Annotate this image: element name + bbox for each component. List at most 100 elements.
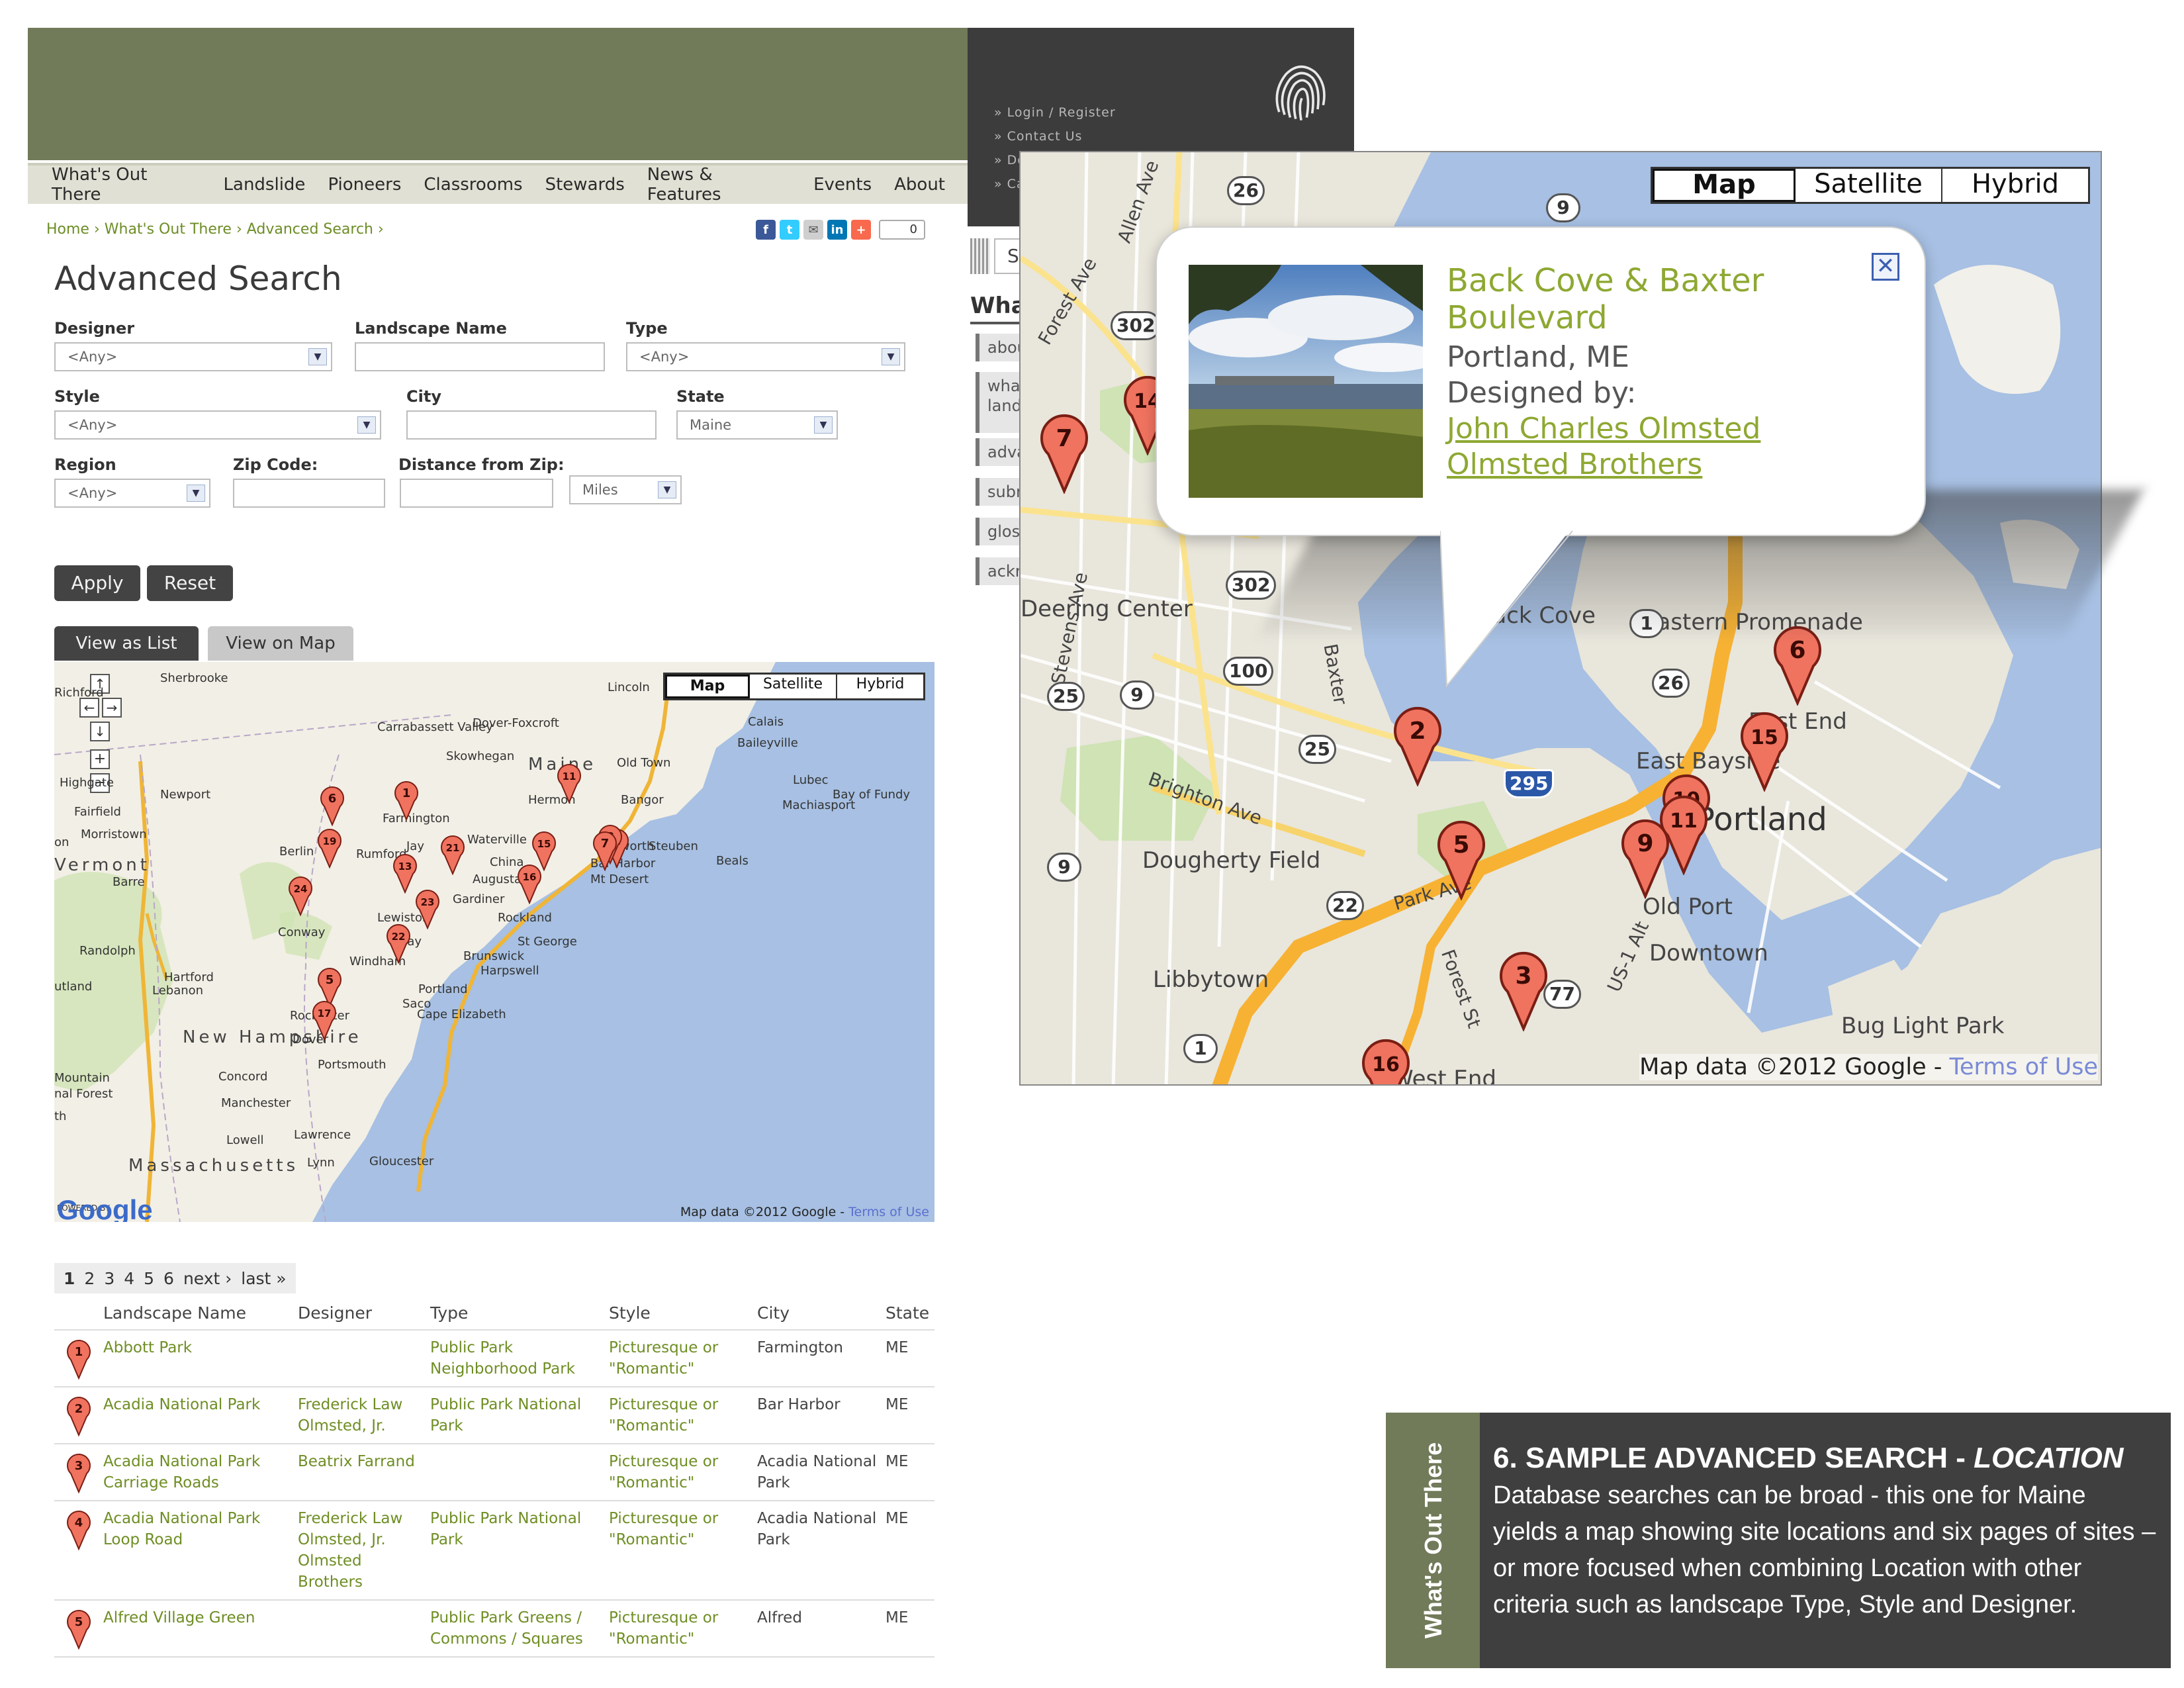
pan-right-icon[interactable]: → bbox=[102, 698, 122, 718]
page-6-link[interactable]: 6 bbox=[163, 1269, 174, 1288]
style-link[interactable]: Picturesque or "Romantic" bbox=[609, 1501, 757, 1599]
landscape-name-link[interactable]: Acadia National Park Carriage Roads bbox=[103, 1444, 298, 1500]
linkedin-icon[interactable]: in bbox=[827, 220, 847, 240]
column-header-state[interactable]: State bbox=[886, 1296, 932, 1331]
map-type-satellite-button[interactable]: Satellite bbox=[1796, 169, 1942, 202]
map-type-map-button[interactable]: Map bbox=[1653, 169, 1796, 202]
overview-map[interactable]: Map Satellite Hybrid ↑ ← → ↓ + − Sherbro… bbox=[54, 662, 934, 1222]
column-header-city[interactable]: City bbox=[757, 1296, 886, 1331]
style-select[interactable]: <Any> ▼ bbox=[54, 410, 381, 440]
city-input[interactable] bbox=[406, 410, 657, 440]
last-page-link[interactable]: last » bbox=[241, 1269, 286, 1288]
map-marker-pin-icon[interactable]: 17 bbox=[311, 998, 338, 1044]
tab-view-on-map[interactable]: View on Map bbox=[208, 626, 353, 661]
type-link[interactable]: Public Park Neighborhood Park bbox=[430, 1331, 609, 1386]
map-marker-pin-icon[interactable]: 15 bbox=[1738, 707, 1791, 795]
type-link[interactable]: Public Park Greens / Commons / Squares bbox=[430, 1601, 609, 1656]
map-marker-pin-icon[interactable]: 3 bbox=[1497, 947, 1550, 1035]
overview-map-type-control[interactable]: Map Satellite Hybrid bbox=[663, 673, 925, 700]
facebook-icon[interactable]: f bbox=[756, 220, 776, 240]
terms-of-use-link[interactable]: Terms of Use bbox=[848, 1205, 929, 1219]
fingerprint-logo-icon[interactable] bbox=[1265, 57, 1334, 126]
info-window-title[interactable]: Back Cove & Baxter Boulevard bbox=[1447, 262, 1817, 336]
table-row[interactable]: 3 Acadia National Park Carriage Roads Beat… bbox=[54, 1444, 934, 1501]
designer-link[interactable]: Frederick Law Olmsted, Jr. Olmsted Broth… bbox=[298, 1501, 430, 1599]
map-marker-pin-icon[interactable]: 24 bbox=[287, 874, 314, 919]
map-marker-pin-icon[interactable]: 16 bbox=[516, 862, 543, 908]
map-marker-pin-icon[interactable]: 7 bbox=[592, 829, 618, 874]
region-select[interactable]: <Any> ▼ bbox=[54, 479, 210, 508]
landscape-photo[interactable] bbox=[1189, 265, 1423, 498]
nav-pioneers[interactable]: Pioneers bbox=[328, 175, 401, 195]
style-link[interactable]: Picturesque or "Romantic" bbox=[609, 1331, 757, 1386]
map-marker-pin-icon[interactable]: 21 bbox=[439, 833, 466, 878]
column-header-style[interactable]: Style bbox=[609, 1296, 757, 1331]
map-type-satellite-button[interactable]: Satellite bbox=[750, 675, 837, 698]
landscape-name-link[interactable]: Acadia National Park Loop Road bbox=[103, 1501, 298, 1599]
type-link[interactable]: Public Park National Park bbox=[430, 1387, 609, 1443]
table-row[interactable]: 2 Acadia National Park Frederick Law Olmst… bbox=[54, 1387, 934, 1444]
nav-landslide[interactable]: Landslide bbox=[224, 175, 306, 195]
nav-about[interactable]: About bbox=[894, 175, 945, 195]
designer-link[interactable] bbox=[298, 1601, 430, 1656]
style-link[interactable]: Picturesque or "Romantic" bbox=[609, 1601, 757, 1656]
map-type-hybrid-button[interactable]: Hybrid bbox=[837, 675, 923, 698]
state-select[interactable]: Maine ▼ bbox=[676, 410, 838, 440]
page-4-link[interactable]: 4 bbox=[124, 1269, 134, 1288]
nav-stewards[interactable]: Stewards bbox=[545, 175, 625, 195]
map-marker-pin-icon[interactable]: 19 bbox=[316, 826, 343, 872]
page-3-link[interactable]: 3 bbox=[104, 1269, 114, 1288]
designer-link-olmsted-brothers[interactable]: Olmsted Brothers bbox=[1447, 447, 1702, 481]
type-link[interactable] bbox=[430, 1444, 609, 1500]
google-logo[interactable]: Google bbox=[57, 1194, 153, 1222]
nav-whats-out-there[interactable]: What's Out There bbox=[52, 165, 201, 205]
style-link[interactable]: Picturesque or "Romantic" bbox=[609, 1444, 757, 1500]
landscape-name-link[interactable]: Abbott Park bbox=[103, 1331, 298, 1386]
nav-classrooms[interactable]: Classrooms bbox=[424, 175, 522, 195]
landscape-name-input[interactable] bbox=[355, 342, 605, 371]
type-select[interactable]: <Any> ▼ bbox=[626, 342, 905, 371]
apply-button[interactable]: Apply bbox=[54, 565, 140, 601]
map-marker-pin-icon[interactable]: 2 bbox=[1391, 702, 1444, 790]
pan-down-icon[interactable]: ↓ bbox=[90, 722, 110, 741]
map-type-map-button[interactable]: Map bbox=[665, 675, 750, 698]
map-marker-pin-icon[interactable]: 11 bbox=[1657, 790, 1710, 878]
map-marker-pin-icon[interactable]: 5 bbox=[1435, 816, 1488, 904]
designer-link-john-charles-olmsted[interactable]: John Charles Olmsted bbox=[1447, 412, 1760, 445]
distance-input[interactable] bbox=[400, 479, 553, 508]
pan-left-icon[interactable]: ← bbox=[79, 698, 99, 718]
tab-view-as-list[interactable]: View as List bbox=[54, 626, 199, 661]
zoomed-map-type-control[interactable]: Map Satellite Hybrid bbox=[1651, 167, 2090, 204]
zip-input[interactable] bbox=[233, 479, 385, 508]
nav-events[interactable]: Events bbox=[813, 175, 872, 195]
designer-link[interactable]: Frederick Law Olmsted, Jr. bbox=[298, 1387, 430, 1443]
map-marker-pin-icon[interactable]: 11 bbox=[556, 761, 582, 807]
reset-button[interactable]: Reset bbox=[147, 565, 233, 601]
column-header-type[interactable]: Type bbox=[430, 1296, 609, 1331]
twitter-icon[interactable]: t bbox=[780, 220, 799, 240]
type-link[interactable]: Public Park National Park bbox=[430, 1501, 609, 1599]
terms-of-use-link[interactable]: Terms of Use bbox=[1950, 1054, 2098, 1080]
nav-news-features[interactable]: News & Features bbox=[647, 165, 791, 205]
login-register-link[interactable]: » Login / Register bbox=[994, 101, 1116, 124]
landscape-name-link[interactable]: Acadia National Park bbox=[103, 1387, 298, 1443]
distance-unit-select[interactable]: Miles ▼ bbox=[569, 475, 682, 504]
close-icon[interactable]: ✕ bbox=[1872, 253, 1899, 281]
breadcrumb[interactable]: Home › What's Out There › Advanced Searc… bbox=[46, 221, 384, 238]
map-marker-pin-icon[interactable]: 23 bbox=[414, 887, 441, 933]
table-row[interactable]: 1 Abbott Park Public Park Neighborhood Par… bbox=[54, 1331, 934, 1387]
map-marker-pin-icon[interactable]: 22 bbox=[385, 921, 412, 967]
page-2-link[interactable]: 2 bbox=[84, 1269, 95, 1288]
map-marker-pin-icon[interactable]: 6 bbox=[319, 784, 345, 829]
map-marker-pin-icon[interactable]: 7 bbox=[1038, 409, 1091, 497]
designer-link[interactable] bbox=[298, 1331, 430, 1386]
column-header-designer[interactable]: Designer bbox=[298, 1296, 430, 1331]
designer-link[interactable]: Beatrix Farrand bbox=[298, 1444, 430, 1500]
map-marker-pin-icon[interactable]: 1 bbox=[393, 778, 420, 824]
table-row[interactable]: 5 Alfred Village Green Public Park Greens … bbox=[54, 1601, 934, 1658]
table-row[interactable]: 4 Acadia National Park Loop Road Frederick… bbox=[54, 1501, 934, 1601]
landscape-name-link[interactable]: Alfred Village Green bbox=[103, 1601, 298, 1656]
email-icon[interactable]: ✉ bbox=[803, 220, 823, 240]
map-type-hybrid-button[interactable]: Hybrid bbox=[1942, 169, 2088, 202]
column-header-landscape-name[interactable]: Landscape Name bbox=[103, 1296, 298, 1331]
